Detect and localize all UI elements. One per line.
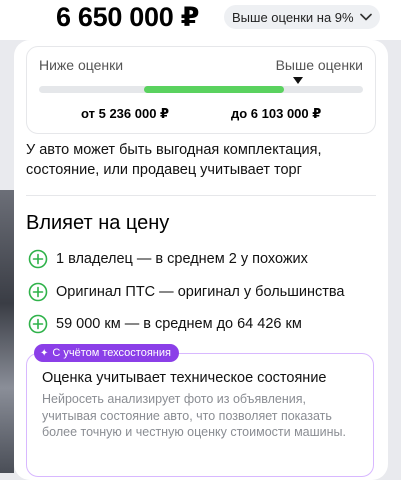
factor-item-pts: Оригинал ПТС — оригинал у большинства — [28, 282, 344, 302]
tag-label: С учётом техсостояния — [52, 347, 171, 359]
factor-item-owners: 1 владелец — в среднем 2 у похожих — [28, 249, 308, 269]
listing-price: 6 650 000 ₽ — [56, 2, 200, 32]
tech-condition-tag: ✦ С учётом техсостояния — [34, 344, 179, 362]
price-note: У авто может быть выгодная комплектация,… — [26, 142, 322, 178]
plus-circle-icon — [28, 314, 48, 334]
price-estimate-badge[interactable]: Выше оценки на 9% — [224, 5, 380, 29]
scale-track — [39, 77, 363, 93]
factor-text: 1 владелец — в среднем 2 у похожих — [56, 251, 308, 267]
tech-condition-description: Нейросеть анализирует фото из объявления… — [42, 392, 346, 439]
factor-text: 59 000 км — в среднем до 64 426 км — [56, 316, 302, 332]
factor-item-mileage: 59 000 км — в среднем до 64 426 км — [28, 314, 302, 334]
price-marker-icon — [293, 77, 303, 84]
section-title: Влияет на цену — [26, 212, 170, 234]
range-to-value: до 6 103 000 ₽ — [231, 106, 322, 121]
plus-circle-icon — [28, 282, 48, 302]
badge-label: Выше оценки на 9% — [232, 9, 354, 25]
range-from-value: от 5 236 000 ₽ — [81, 106, 170, 121]
factor-text: Оригинал ПТС — оригинал у большинства — [56, 284, 345, 300]
tech-condition-title: Оценка учитывает техническое состояние — [42, 370, 327, 386]
divider — [26, 195, 376, 196]
scale-label-low: Ниже оценки — [39, 57, 124, 73]
fair-price-range-bar — [144, 86, 284, 93]
car-photo-edge — [0, 190, 14, 473]
scale-label-high: Выше оценки — [275, 57, 363, 73]
sparkle-icon: ✦ — [40, 347, 49, 359]
chevron-down-icon — [359, 13, 372, 21]
price-scale: Ниже оценки Выше оценки от 5 236 000 ₽ д… — [26, 46, 376, 134]
plus-circle-icon — [28, 249, 48, 269]
price-analysis-card: Ниже оценки Выше оценки от 5 236 000 ₽ д… — [14, 40, 388, 480]
